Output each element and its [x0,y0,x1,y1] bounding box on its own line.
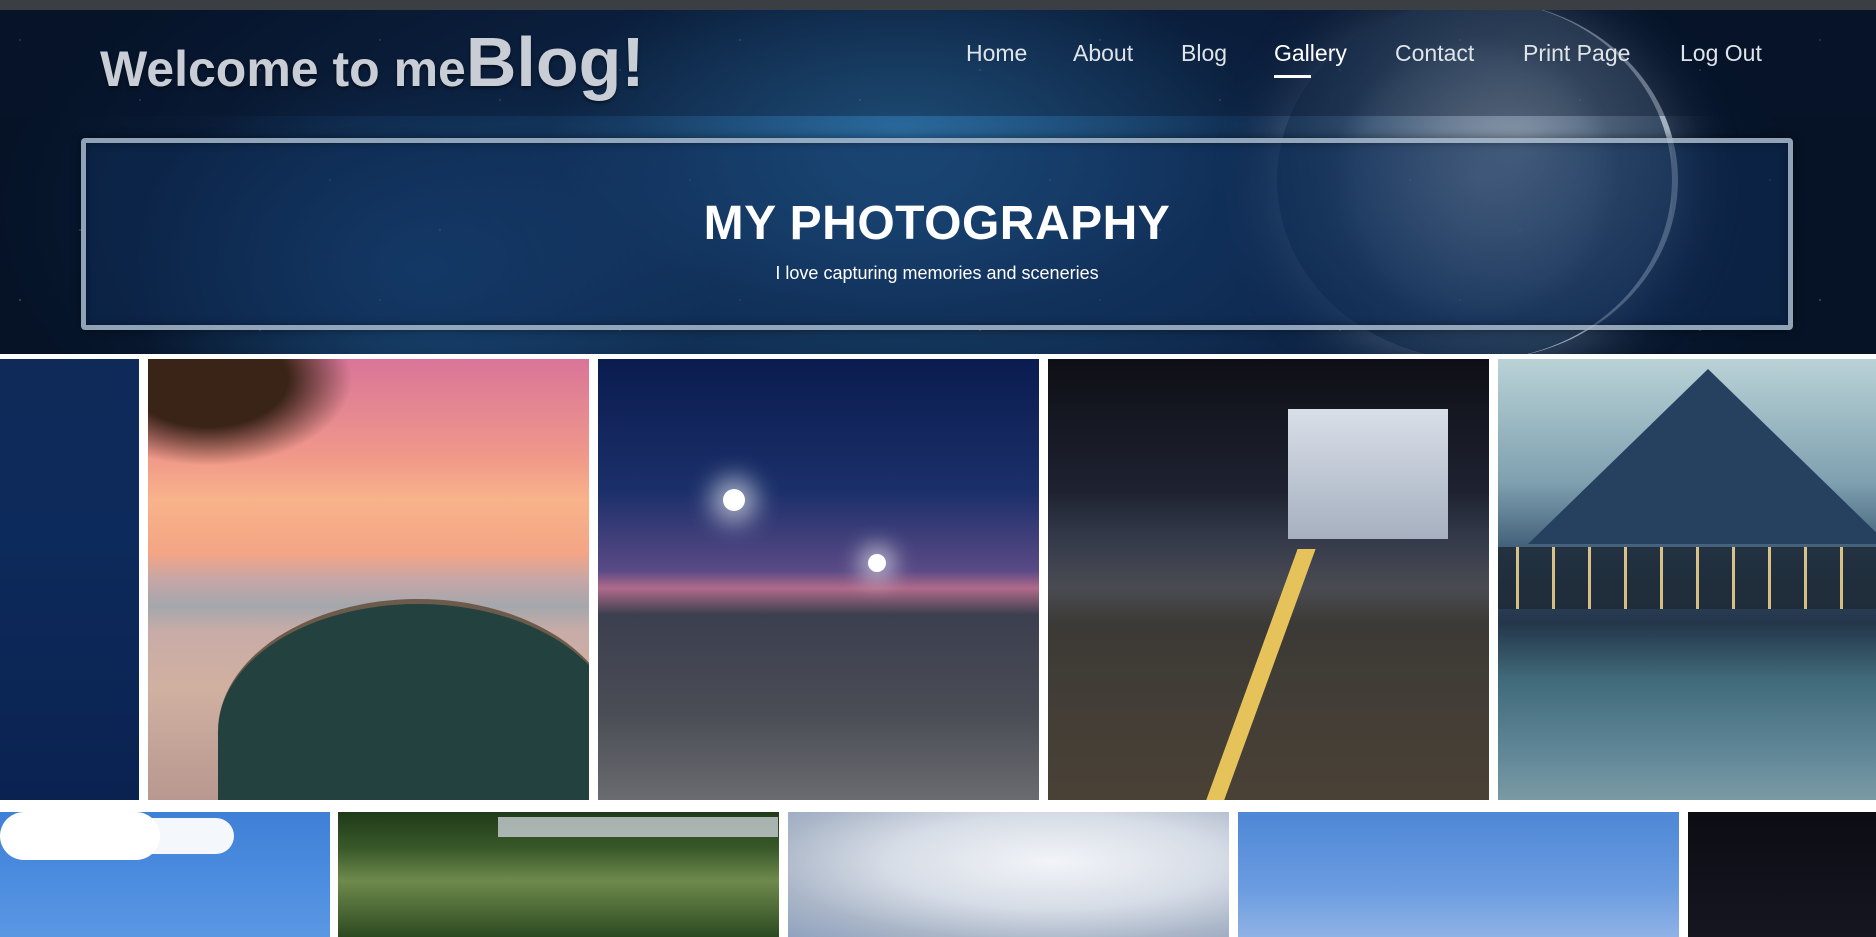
gallery-photo-volcano-lake[interactable] [1498,359,1876,800]
gallery-photo-street-night[interactable] [598,359,1039,800]
photography-banner: MY PHOTOGRAPHY I love capturing memories… [81,138,1793,330]
gallery-photo-blue-sky-2[interactable] [1238,812,1679,937]
gallery-photo-ocean[interactable] [0,359,139,800]
gallery-photo-beach-sunset-tent[interactable] [148,359,589,800]
browser-top-strip [0,0,1876,10]
nav-about[interactable]: About [1073,38,1133,74]
nav-contact[interactable]: Contact [1395,38,1474,74]
nav-log-out[interactable]: Log Out [1680,38,1762,74]
nav-gallery[interactable]: Gallery [1274,38,1347,78]
banner-subtitle: I love capturing memories and sceneries [775,263,1099,283]
nav-home[interactable]: Home [966,38,1027,74]
hero-header: Welcome to meBlog! Home About Blog Galle… [0,10,1876,354]
gallery-photo-dark[interactable] [1688,812,1876,937]
main-nav: Home About Blog Gallery Contact Print Pa… [0,38,1876,88]
nav-print-page[interactable]: Print Page [1523,38,1630,74]
gallery-photo-clouds[interactable] [788,812,1229,937]
navbar: Welcome to meBlog! Home About Blog Galle… [0,10,1876,116]
gallery-photo-blue-sky[interactable] [0,812,330,937]
gallery-photo-city-crosswalk-night[interactable] [1048,359,1489,800]
gallery-photo-jungle-bridge[interactable] [338,812,779,937]
nav-blog[interactable]: Blog [1181,38,1227,74]
banner-title: MY PHOTOGRAPHY [703,197,1171,250]
